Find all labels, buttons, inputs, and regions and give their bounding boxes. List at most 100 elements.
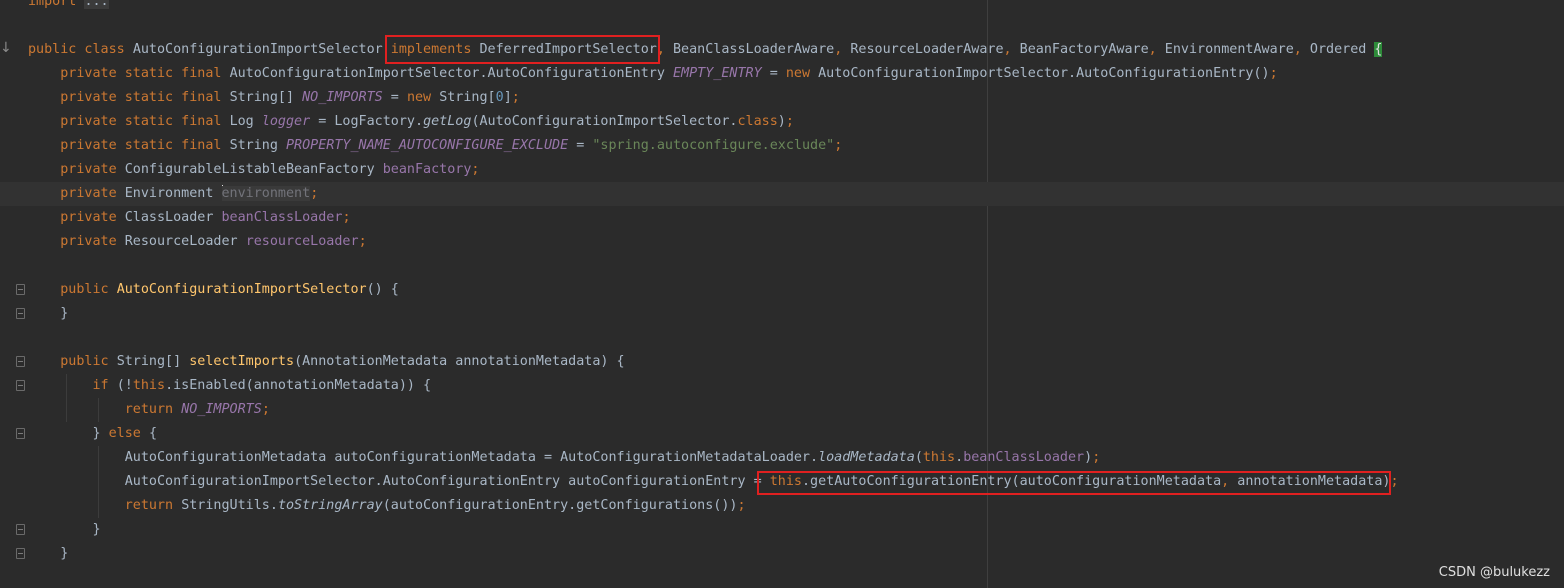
code-token: Log xyxy=(229,114,262,129)
code-token: this xyxy=(132,378,166,393)
code-token: (AnnotationMetadata annotationMetadata) … xyxy=(294,354,625,369)
code-line[interactable]: private static final String[] NO_IMPORTS… xyxy=(28,86,520,110)
code-token: AutoConfigurationImportSelector xyxy=(132,42,391,57)
code-token: () { xyxy=(366,282,399,297)
fold-icon[interactable] xyxy=(16,284,25,295)
fold-icon[interactable] xyxy=(16,548,25,559)
code-token: .isEnabled(annotationMetadata)) { xyxy=(165,378,432,393)
code-token: ResourceLoaderAware xyxy=(850,42,1004,57)
code-token: ; xyxy=(1390,474,1399,489)
code-token: import xyxy=(28,0,77,9)
code-token: ClassLoader xyxy=(124,210,222,225)
code-line[interactable]: import ... xyxy=(28,0,109,14)
fold-icon[interactable] xyxy=(16,308,25,319)
code-token[interactable]: ... xyxy=(84,0,109,9)
code-line[interactable]: AutoConfigurationMetadata autoConfigurat… xyxy=(28,446,1101,470)
code-token: BeanClassLoaderAware xyxy=(672,42,835,57)
code-token: ; xyxy=(1092,450,1101,465)
code-token: logger xyxy=(261,114,311,129)
code-token: Environment xyxy=(124,186,222,201)
code-token: = xyxy=(761,66,786,81)
code-token: "spring.autoconfigure.exclude" xyxy=(592,138,835,153)
code-token: this xyxy=(922,450,956,465)
code-token: ; xyxy=(358,234,367,249)
code-line[interactable]: } xyxy=(28,302,68,326)
code-token: AutoConfigurationImportSelector.AutoConf… xyxy=(818,66,1270,81)
code-token: ; xyxy=(310,186,319,201)
code-token: EMPTY_ENTRY xyxy=(672,66,762,81)
code-token: String xyxy=(229,138,286,153)
code-line[interactable]: private Environment environment; xyxy=(0,182,1564,206)
code-token: ; xyxy=(737,498,746,513)
code-token: beanFactory xyxy=(382,162,472,177)
code-token: EnvironmentAware xyxy=(1164,42,1294,57)
code-token: private xyxy=(60,186,125,201)
code-token: toStringArray xyxy=(277,498,383,513)
code-line[interactable]: return StringUtils.toStringArray(autoCon… xyxy=(28,494,746,518)
code-token: ; xyxy=(1269,66,1278,81)
code-token: (! xyxy=(116,378,133,393)
fold-icon[interactable] xyxy=(16,524,25,535)
code-line[interactable]: } xyxy=(28,518,100,542)
code-token: , xyxy=(1148,42,1165,57)
code-token: } xyxy=(28,426,109,441)
code-token: public xyxy=(60,282,117,297)
code-token: ResourceLoader xyxy=(124,234,246,249)
code-token: new xyxy=(785,66,819,81)
code-token: selectImports xyxy=(189,354,295,369)
code-token: AutoConfigurationImportSelector.AutoConf… xyxy=(28,474,770,489)
code-token: beanClassLoader xyxy=(221,210,343,225)
code-line[interactable]: public String[] selectImports(Annotation… xyxy=(28,350,625,374)
code-line[interactable]: public class AutoConfigurationImportSele… xyxy=(28,38,1383,62)
code-line[interactable]: if (!this.isEnabled(annotationMetadata))… xyxy=(28,374,432,398)
code-line[interactable]: } xyxy=(28,542,68,566)
code-token: ] xyxy=(503,90,512,105)
code-token: resourceLoader xyxy=(245,234,359,249)
code-token: AutoConfigurationMetadata autoConfigurat… xyxy=(28,450,819,465)
code-token: ( xyxy=(914,450,923,465)
code-token: { xyxy=(1374,42,1383,57)
code-token: private xyxy=(60,162,125,177)
code-token: Ordered xyxy=(1309,42,1375,57)
code-token: 0 xyxy=(495,90,504,105)
code-token: ; xyxy=(342,210,351,225)
code-token: ; xyxy=(834,138,843,153)
code-line[interactable]: private ConfigurableListableBeanFactory … xyxy=(28,158,479,182)
code-line[interactable]: private ResourceLoader resourceLoader; xyxy=(28,230,367,254)
code-token: ) xyxy=(777,114,786,129)
code-line[interactable]: return NO_IMPORTS; xyxy=(28,398,270,422)
code-line[interactable]: private static final String PROPERTY_NAM… xyxy=(28,134,842,158)
watermark: CSDN @bulukezz xyxy=(1438,565,1550,580)
code-token: ; xyxy=(471,162,480,177)
code-token: NO_IMPORTS xyxy=(181,402,262,417)
code-token: annotationMetadata) xyxy=(1237,474,1391,489)
code-line[interactable]: private static final Log logger = LogFac… xyxy=(28,110,794,134)
code-line[interactable]: } else { xyxy=(28,422,157,446)
fold-icon[interactable] xyxy=(16,356,25,367)
code-token: BeanFactoryAware xyxy=(1019,42,1149,57)
code-token: AutoConfigurationImportSelector xyxy=(116,282,367,297)
code-token: ; xyxy=(511,90,520,105)
fold-icon[interactable] xyxy=(16,380,25,391)
code-line[interactable]: private ClassLoader beanClassLoader; xyxy=(28,206,351,230)
code-token: ; xyxy=(785,114,794,129)
fold-icon[interactable] xyxy=(16,428,25,439)
code-token: .getAutoConfigurationEntry(autoConfigura… xyxy=(801,474,1222,489)
code-line[interactable]: private static final AutoConfigurationIm… xyxy=(28,62,1278,86)
code-token: new xyxy=(406,90,440,105)
code-line[interactable]: public AutoConfigurationImportSelector()… xyxy=(28,278,399,302)
implemented-method-arrow-icon[interactable]: ↓ xyxy=(0,40,12,56)
code-token: . xyxy=(955,450,964,465)
code-token: class xyxy=(737,114,778,129)
code-editor[interactable]: ↓ import ... public class AutoConfigurati… xyxy=(0,0,1564,588)
code-line[interactable]: AutoConfigurationImportSelector.AutoConf… xyxy=(28,470,1399,494)
